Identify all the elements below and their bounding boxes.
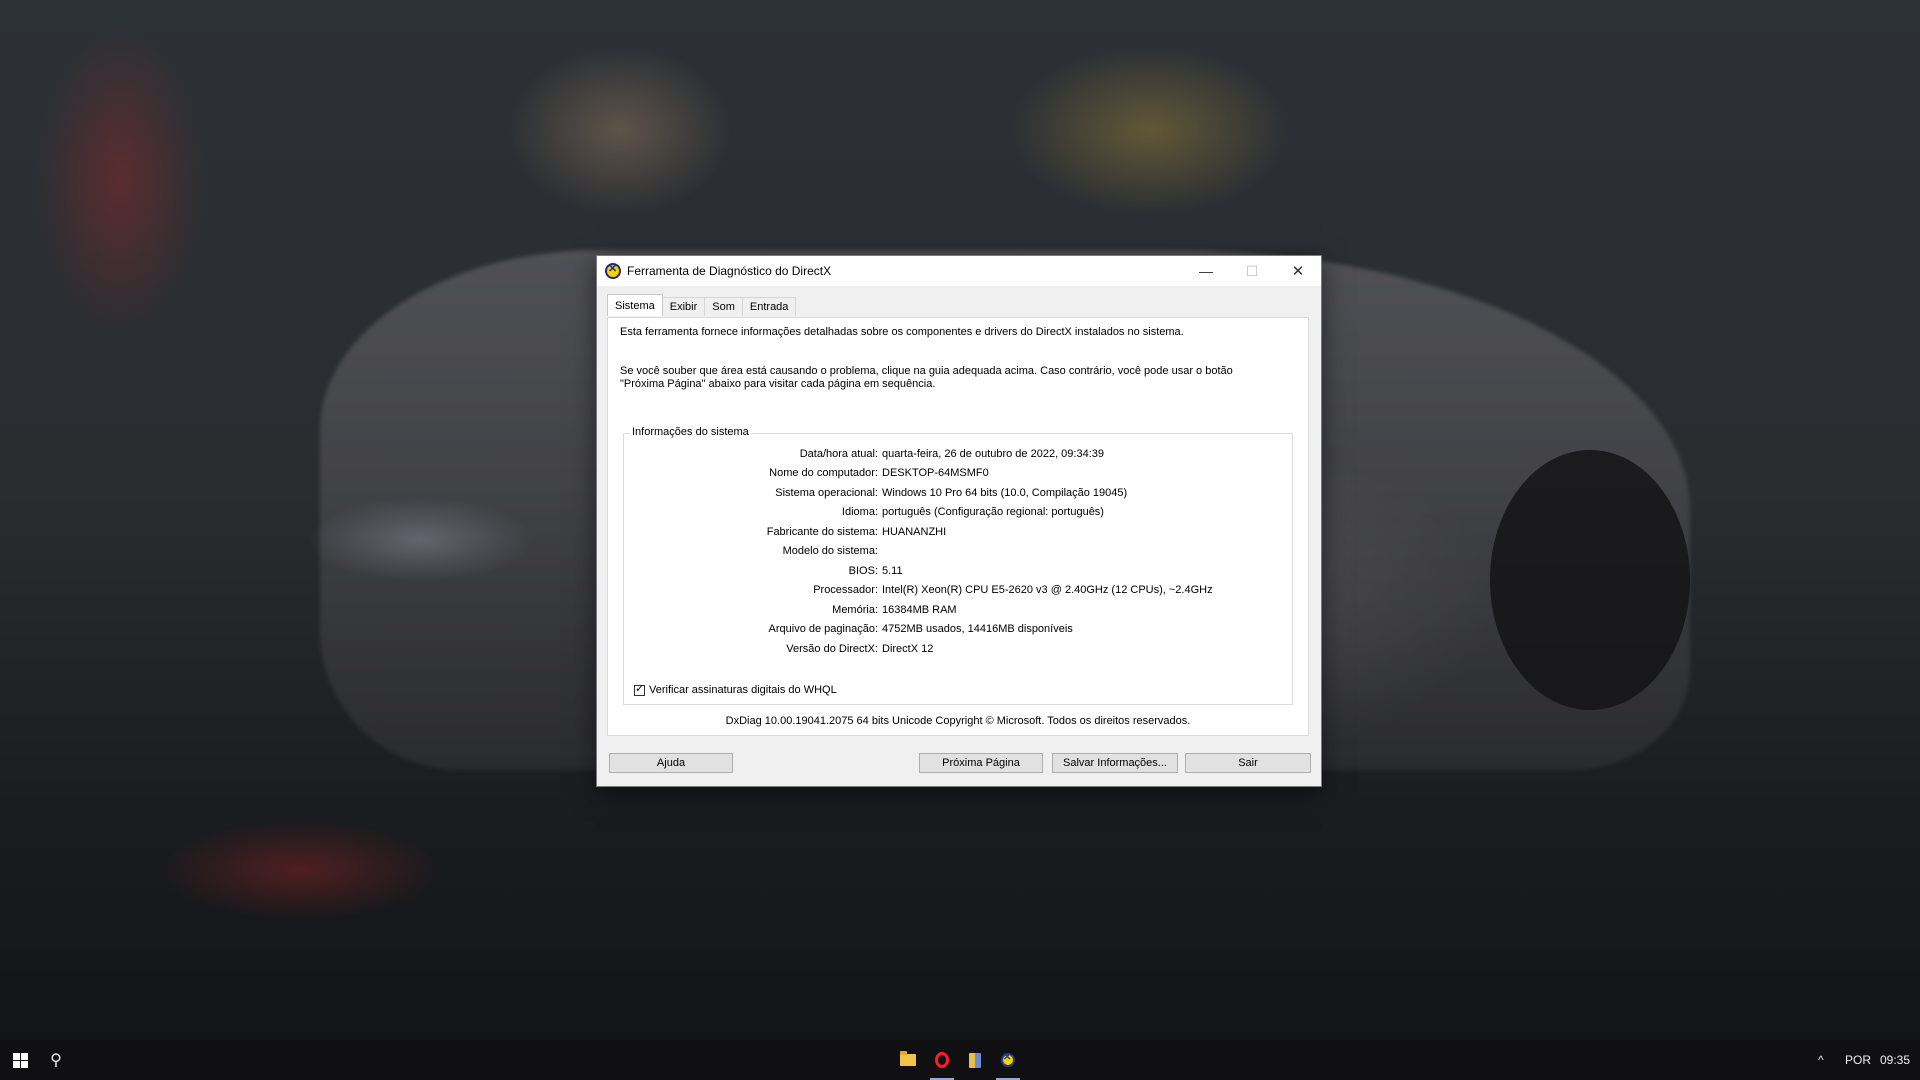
info-row-manufacturer: Fabricante do sistema: HUANANZHI — [624, 526, 946, 542]
tab-entrada[interactable]: Entrada — [741, 297, 797, 316]
whql-checkbox[interactable] — [634, 682, 645, 696]
clock[interactable]: 09:35 — [1880, 1040, 1910, 1080]
group-title: Informações do sistema — [630, 426, 751, 438]
taskbar: ⚲ ^ POR 09:35 — [0, 1040, 1920, 1080]
start-button[interactable] — [0, 1040, 40, 1080]
info-value: DESKTOP-64MSMF0 — [882, 467, 989, 479]
hint-text: Se você souber que área está causando o … — [620, 365, 1233, 390]
wallpaper-wheel — [1490, 450, 1690, 710]
info-label: Fabricante do sistema: — [766, 526, 878, 538]
info-value: 5.11 — [882, 565, 903, 577]
minimize-button[interactable]: — — [1183, 256, 1229, 286]
directx-icon — [605, 262, 621, 279]
save-info-button[interactable]: Salvar Informações... — [1052, 753, 1178, 773]
info-row-computer-name: Nome do computador: DESKTOP-64MSMF0 — [624, 467, 989, 483]
next-page-button[interactable]: Próxima Página — [919, 753, 1043, 773]
language-label: POR — [1845, 1053, 1872, 1067]
directx-diagnostic-icon — [1001, 1052, 1015, 1067]
whql-checkbox-row[interactable]: Verificar assinaturas digitais do WHQL — [634, 682, 837, 696]
info-label: Memória: — [832, 604, 878, 616]
tab-sistema[interactable]: Sistema — [607, 294, 663, 316]
close-icon: ✕ — [1291, 263, 1305, 280]
info-value: 4752MB usados, 14416MB disponíveis — [882, 623, 1073, 635]
info-row-pagefile: Arquivo de paginação: 4752MB usados, 1441… — [624, 623, 1073, 639]
info-label: Modelo do sistema: — [782, 545, 878, 557]
info-label: Versão do DirectX: — [786, 643, 878, 655]
maximize-icon: ☐ — [1245, 262, 1259, 279]
chevron-up-icon: ^ — [1818, 1053, 1824, 1067]
info-label: Processador: — [813, 584, 878, 596]
info-label: Idioma: — [841, 506, 878, 518]
info-row-datetime: Data/hora atual: quarta-feira, 26 de outu… — [624, 448, 1104, 464]
system-info-group: Informações do sistema Data/hora atual: q… — [623, 426, 1293, 705]
search-icon: ⚲ — [50, 1052, 62, 1069]
file-explorer-icon — [900, 1051, 916, 1066]
info-row-os: Sistema operacional: Windows 10 Pro 64 bi… — [624, 487, 1127, 503]
copyright-text: DxDiag 10.00.19041.2075 64 bits Unicode … — [725, 715, 1191, 727]
language-indicator[interactable]: POR — [1845, 1040, 1871, 1080]
minimize-icon: — — [1199, 263, 1213, 279]
exit-button[interactable]: Sair — [1185, 753, 1311, 773]
opera-browser-icon — [935, 1052, 949, 1068]
tab-strip: Sistema Exibir Som Entrada — [607, 294, 797, 317]
info-label: Arquivo de paginação: — [768, 623, 878, 635]
taskbar-dxdiag[interactable] — [988, 1040, 1028, 1080]
info-label: Sistema operacional: — [775, 487, 878, 499]
info-row-bios: BIOS: 5.11 — [624, 565, 903, 581]
title-bar[interactable]: Ferramenta de Diagnóstico do DirectX — ☐… — [597, 256, 1321, 286]
info-value: 16384MB RAM — [882, 604, 957, 616]
info-label: Data/hora atual: — [799, 448, 878, 460]
tab-exibir[interactable]: Exibir — [661, 297, 706, 316]
info-row-directx: Versão do DirectX: DirectX 12 — [624, 643, 933, 659]
info-row-processor: Processador: Intel(R) Xeon(R) CPU E5-2620… — [624, 584, 1213, 600]
info-value: Windows 10 Pro 64 bits (10.0, Compilação… — [882, 487, 1128, 499]
info-label: Nome do computador: — [769, 467, 878, 479]
info-value: DirectX 12 — [882, 643, 934, 655]
close-button[interactable]: ✕ — [1275, 256, 1321, 286]
info-row-memory: Memória: 16384MB RAM — [624, 604, 957, 620]
info-value: quarta-feira, 26 de outubro de 2022, 09:… — [882, 448, 1105, 460]
dxdiag-window: Ferramenta de Diagnóstico do DirectX — ☐… — [596, 255, 1322, 787]
clock-time: 09:35 — [1880, 1053, 1911, 1067]
info-row-model: Modelo do sistema: — [624, 545, 882, 561]
app-icon — [969, 1052, 981, 1068]
whql-label: Verificar assinaturas digitais do WHQL — [649, 684, 837, 696]
search-button[interactable]: ⚲ — [36, 1040, 76, 1080]
help-button[interactable]: Ajuda — [609, 753, 733, 773]
info-value: Intel(R) Xeon(R) CPU E5-2620 v3 @ 2.40GH… — [882, 584, 1213, 596]
tray-overflow-button[interactable]: ^ — [1818, 1040, 1824, 1080]
info-value: português (Configuração regional: portug… — [882, 506, 1104, 518]
windows-start-icon — [12, 1052, 28, 1068]
info-row-language: Idioma: português (Configuração regional:… — [624, 506, 1104, 522]
intro-text: Esta ferramenta fornece informações deta… — [620, 326, 1184, 338]
maximize-button[interactable]: ☐ — [1229, 256, 1275, 286]
tab-som[interactable]: Som — [704, 297, 743, 316]
info-value: HUANANZHI — [882, 526, 947, 538]
info-label: BIOS: — [848, 565, 878, 577]
tab-panel-sistema: Esta ferramenta fornece informações deta… — [607, 317, 1309, 736]
window-title: Ferramenta de Diagnóstico do DirectX — [627, 264, 832, 278]
